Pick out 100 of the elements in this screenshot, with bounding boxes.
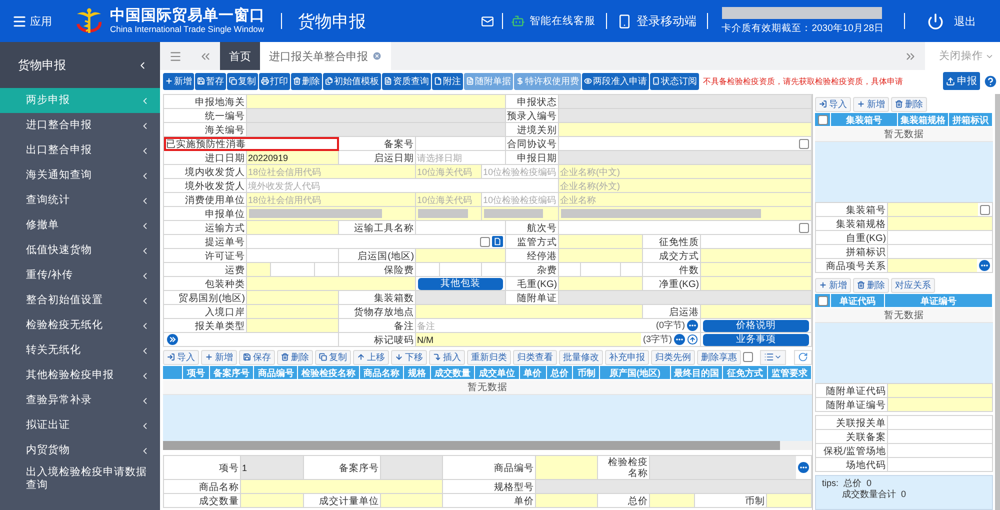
input-field[interactable] (247, 109, 505, 122)
sidebar-item[interactable]: 出入境检验检疫申请数据查询 (0, 463, 160, 495)
checkbox[interactable] (799, 222, 809, 232)
input-field[interactable] (888, 384, 992, 397)
sidebar-item[interactable]: 进口整合申报 (0, 113, 160, 138)
input-field[interactable] (241, 494, 303, 507)
toolbar-button[interactable]: 复制 (315, 350, 351, 364)
sidebar-item[interactable]: 检验检疫无纸化 (0, 313, 160, 338)
input-field[interactable] (247, 319, 338, 332)
input-field[interactable] (482, 207, 559, 221)
input-field[interactable]: 企业名称(外文) (559, 179, 811, 192)
toolbar-button[interactable]: 删除享惠 (697, 350, 741, 364)
toolbar-button[interactable]: 上移 (353, 350, 389, 364)
input-field[interactable] (247, 123, 505, 136)
checkbox[interactable] (980, 204, 990, 214)
input-field[interactable] (701, 305, 811, 318)
toolbar-button[interactable]: 打印 (259, 72, 290, 90)
toolbar-button[interactable]: 新增 (815, 278, 851, 292)
toolbar-button[interactable]: 批量修改 (559, 350, 603, 364)
toolbar-button[interactable]: 附注 (432, 72, 463, 90)
toolbar-button[interactable]: 两段准入申请 (582, 72, 649, 90)
app-menu-button[interactable]: 应用 (0, 0, 64, 42)
input-field[interactable]: 企业名称 (559, 193, 811, 206)
scrollbar[interactable] (995, 94, 1000, 510)
input-field[interactable] (381, 456, 442, 479)
view-menu-button[interactable] (760, 350, 786, 364)
toolbar-button[interactable]: 删除 (853, 278, 889, 292)
checkbox[interactable] (480, 236, 490, 246)
toolbar-button[interactable]: 删除 (291, 72, 322, 90)
checkbox[interactable] (743, 352, 753, 362)
input-field[interactable]: 18位社会信用代码 (247, 193, 415, 206)
toolbar-button[interactable]: 新增 (201, 350, 237, 364)
scrollbar[interactable] (163, 441, 812, 450)
input-field[interactable]: N/M (416, 333, 641, 346)
input-field[interactable] (247, 95, 505, 108)
toolbar-button[interactable]: 导入 (815, 96, 851, 112)
input-field[interactable] (559, 291, 811, 304)
input-field[interactable] (536, 456, 597, 479)
sidebar-item[interactable]: 两步申报 (0, 88, 160, 113)
sidebar-item[interactable]: 海关通知查询 (0, 163, 160, 188)
toolbar-button[interactable]: 暂存 (195, 72, 226, 90)
action-button[interactable]: 其他包装 (418, 278, 503, 290)
input-field[interactable] (416, 249, 505, 262)
more-icon[interactable] (674, 334, 685, 345)
sidebar-item[interactable]: 拟证出证 (0, 413, 160, 438)
input-field[interactable] (247, 263, 272, 276)
input-field[interactable] (559, 151, 811, 164)
input-field[interactable] (559, 123, 811, 136)
sidebar-item[interactable]: 修撤单 (0, 213, 160, 238)
input-field[interactable] (888, 398, 992, 411)
input-field[interactable] (888, 203, 978, 216)
logout-button[interactable]: 退出 (921, 12, 982, 30)
sidebar-item[interactable]: 查询统计 (0, 188, 160, 213)
sidebar-item[interactable]: 整合初始值设置 (0, 288, 160, 313)
input-field[interactable] (888, 217, 992, 230)
input-field[interactable] (247, 291, 338, 304)
toolbar-button[interactable]: 复制 (227, 72, 258, 90)
upload-icon[interactable] (687, 334, 698, 345)
toolbar-button[interactable]: 归类先例 (651, 350, 695, 364)
mobile-link[interactable]: 登录移动端 (616, 12, 697, 30)
tab[interactable]: 首页 (220, 42, 260, 70)
input-field[interactable]: 企业名称(中文) (559, 165, 811, 178)
input-field[interactable] (247, 277, 415, 290)
input-field[interactable] (559, 249, 642, 262)
input-field[interactable] (247, 305, 338, 318)
input-field[interactable]: 20220919 (247, 151, 338, 164)
input-field[interactable] (416, 305, 642, 318)
input-field[interactable]: 18位社会信用代码 (247, 165, 415, 178)
service-link[interactable]: 智能在线客服 (510, 14, 596, 28)
toolbar-button[interactable]: 保存 (239, 350, 275, 364)
input-field[interactable] (888, 259, 977, 272)
input-field[interactable]: 1 (241, 456, 303, 479)
input-field[interactable] (247, 207, 416, 221)
checkbox[interactable] (818, 296, 828, 306)
toolbar-button[interactable]: 新增 (853, 96, 889, 112)
checkbox[interactable] (818, 114, 828, 124)
input-field[interactable] (701, 249, 811, 262)
input-field[interactable]: 10位海关代码 (416, 193, 481, 206)
input-field[interactable] (559, 95, 811, 108)
sidebar-item[interactable]: 重传/补传 (0, 263, 160, 288)
input-field[interactable] (559, 207, 812, 221)
sidebar-item[interactable]: 低值快速货物 (0, 238, 160, 263)
toolbar-button[interactable]: 重新归类 (467, 350, 511, 364)
sidebar-item[interactable]: 转关无纸化 (0, 338, 160, 363)
input-field[interactable] (701, 277, 811, 290)
input-field[interactable] (416, 291, 505, 304)
action-button[interactable]: 价格说明 (703, 320, 809, 332)
input-field[interactable] (241, 480, 442, 493)
toolbar-button[interactable]: 资质查询 (382, 72, 431, 90)
input-field[interactable] (536, 494, 597, 507)
input-field[interactable] (650, 494, 694, 507)
checkbox[interactable] (799, 138, 809, 148)
input-field[interactable]: 10位检验检疫编码 (482, 193, 558, 206)
help-icon[interactable] (983, 74, 998, 88)
toolbar-button[interactable]: 对应关系 (891, 278, 935, 292)
more-icon[interactable] (687, 320, 698, 331)
input-field[interactable] (650, 456, 796, 479)
tab[interactable]: 进口报关单整合申报 (260, 42, 391, 70)
more-icon[interactable] (979, 260, 990, 271)
input-field[interactable] (536, 480, 811, 493)
